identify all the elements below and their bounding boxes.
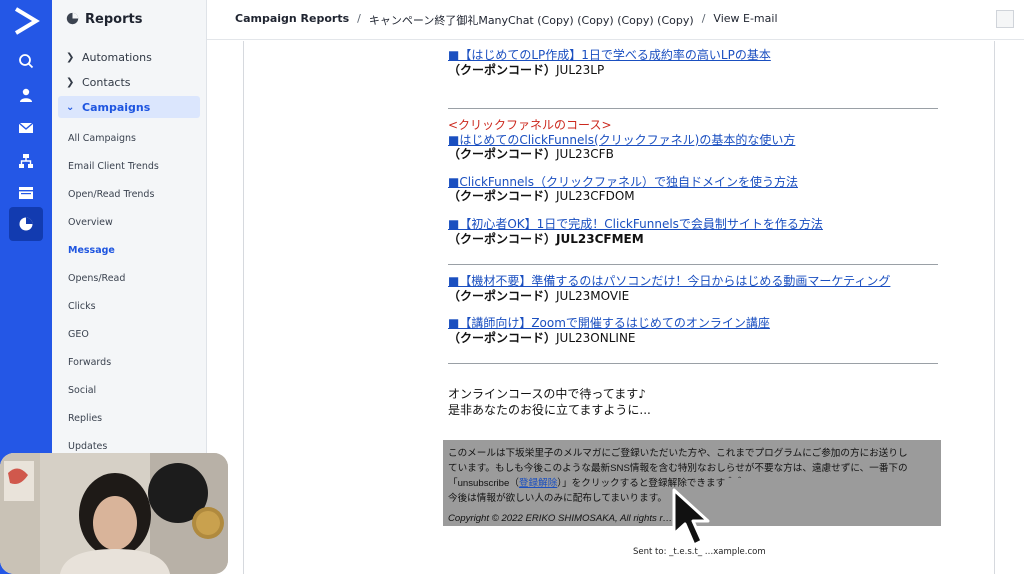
coupon-code: JUL23CFB: [556, 147, 614, 161]
breadcrumb-separator: /: [357, 12, 361, 25]
copyright-text: Copyright © 2022 ERIKO SHIMOSAKA, All ri…: [448, 513, 689, 524]
coupon-line: （クーポンコード）JUL23LP: [448, 61, 604, 78]
page-header: Campaign Reports / キャンペーン終了御礼ManyChat (C…: [207, 0, 1024, 40]
coupon-code: JUL23CFDOM: [556, 189, 635, 203]
sidebar-group-label: Campaigns: [82, 100, 151, 114]
sidebar-item-overview[interactable]: Overview: [68, 217, 113, 228]
pages-icon[interactable]: [14, 181, 38, 205]
sidebar-item-email-client-trends[interactable]: Email Client Trends: [68, 161, 159, 172]
closing-text: オンラインコースの中で待ってます♪: [448, 387, 646, 401]
sidebar-group-campaigns[interactable]: ⌄ Campaigns: [58, 96, 200, 118]
sidebar-item-replies[interactable]: Replies: [68, 413, 102, 424]
breadcrumb-current: View E-mail: [713, 12, 778, 25]
coupon-label: （クーポンコード）: [448, 63, 557, 77]
coupon-label: （クーポンコード）: [448, 289, 557, 303]
coupon-line: （クーポンコード）JUL23ONLINE: [448, 329, 636, 346]
footer-text: このメールは下坂栄里子のメルマガにご登録いただいた方や、これまでプログラムにご参…: [448, 448, 908, 459]
sidebar-item-message[interactable]: Message: [68, 245, 115, 256]
closing-text: 是非あなたのお役に立てますように...: [448, 403, 651, 417]
sidebar-item-forwards[interactable]: Forwards: [68, 357, 111, 368]
coupon-line: （クーポンコード）JUL23CFDOM: [448, 187, 635, 204]
divider: [448, 363, 938, 364]
coupon-label: （クーポンコード）: [448, 331, 557, 345]
footer-text-part: 「unsubscribe（: [448, 478, 519, 489]
header-control[interactable]: [996, 10, 1014, 28]
coupon-label: （クーポンコード）: [448, 232, 557, 246]
coupon-code: JUL23LP: [556, 63, 605, 77]
sidebar-title: Reports: [85, 12, 143, 27]
automations-icon[interactable]: [14, 149, 38, 173]
sidebar-item-social[interactable]: Social: [68, 385, 96, 396]
sidebar-item-opens-read[interactable]: Opens/Read: [68, 273, 125, 284]
sidebar-item-geo[interactable]: GEO: [68, 329, 89, 340]
breadcrumb-campaign[interactable]: キャンペーン終了御礼ManyChat (Copy) (Copy) (Copy) …: [369, 12, 694, 28]
sidebar-item-updates[interactable]: Updates: [68, 441, 107, 452]
breadcrumb-separator: /: [701, 12, 706, 25]
reports-pie-icon: [66, 10, 79, 29]
divider: [448, 108, 938, 109]
breadcrumb: Campaign Reports / キャンペーン終了御礼ManyChat (C…: [235, 12, 778, 28]
reports-pie-icon[interactable]: [9, 207, 43, 241]
divider: [448, 264, 938, 265]
footer-text: ています。もしも今後このような最新SNS情報を含む特別なおしらせが不要な方は、遠…: [448, 463, 908, 474]
coupon-line: （クーポンコード）JUL23CFB: [448, 145, 614, 162]
sidebar-item-open-read-trends[interactable]: Open/Read Trends: [68, 189, 154, 200]
sidebar-item-all-campaigns[interactable]: All Campaigns: [68, 133, 136, 144]
coupon-code: JUL23ONLINE: [556, 331, 636, 345]
mouse-cursor-icon: [672, 488, 716, 554]
coupon-label: （クーポンコード）: [448, 147, 557, 161]
sidebar-group-label: Contacts: [82, 75, 131, 89]
webcam-overlay: [0, 453, 228, 574]
sidebar-group-label: Automations: [82, 50, 152, 64]
contacts-icon[interactable]: [14, 83, 38, 107]
chevron-down-icon: ⌄: [66, 101, 75, 113]
logo-icon[interactable]: [11, 6, 41, 36]
chevron-right-icon: ❯: [66, 76, 75, 88]
sidebar-header: Reports: [66, 10, 142, 29]
coupon-code: JUL23MOVIE: [556, 289, 630, 303]
footer-text-part: ）」をクリックすると登録解除できます＾＾: [557, 478, 745, 489]
coupon-label: （クーポンコード）: [448, 189, 557, 203]
sidebar-group-contacts[interactable]: ❯ Contacts: [58, 71, 200, 93]
coupon-line: （クーポンコード）JUL23CFMEM: [448, 230, 644, 247]
coupon-code: JUL23CFMEM: [556, 232, 644, 246]
breadcrumb-campaign-reports[interactable]: Campaign Reports: [235, 12, 349, 28]
campaigns-mail-icon[interactable]: [14, 116, 38, 140]
sidebar-item-clicks[interactable]: Clicks: [68, 301, 96, 312]
chevron-right-icon: ❯: [66, 51, 75, 63]
sidebar-group-automations[interactable]: ❯ Automations: [58, 46, 200, 68]
coupon-line: （クーポンコード）JUL23MOVIE: [448, 287, 629, 304]
search-icon[interactable]: [14, 49, 38, 73]
unsubscribe-link[interactable]: 登録解除: [519, 478, 557, 489]
